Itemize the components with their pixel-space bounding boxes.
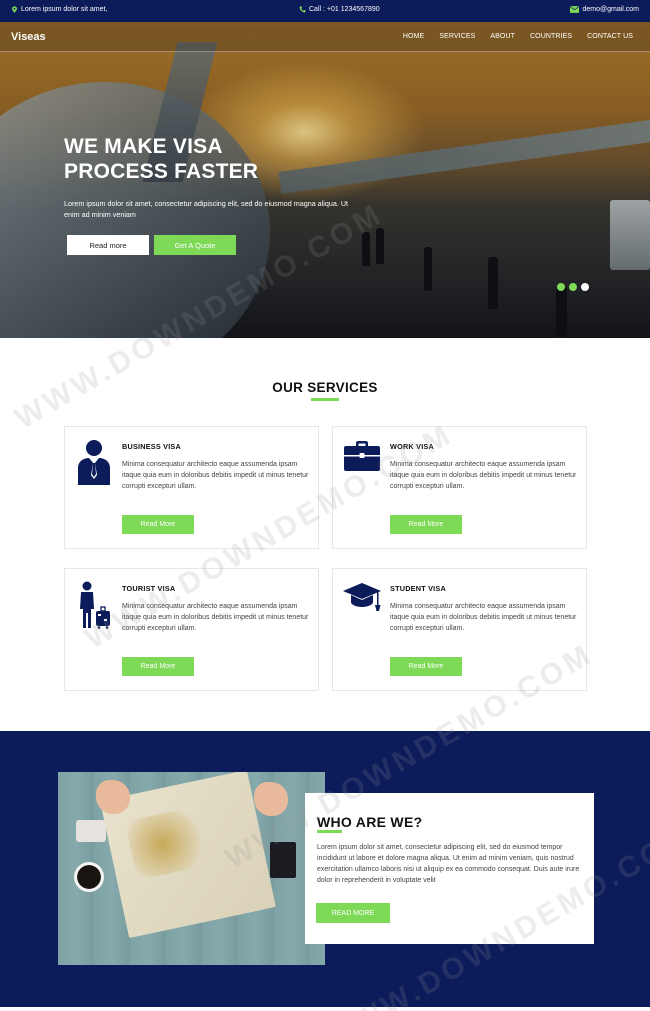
student-read-more-button[interactable]: Read More (390, 657, 462, 676)
about-read-more-button[interactable]: READ MORE (316, 903, 390, 923)
service-card-business: BUSINESS VISA Minima consequatur archite… (64, 426, 319, 549)
service-card-title: STUDENT VISA (390, 584, 446, 593)
graduation-cap-icon (342, 583, 382, 631)
traveler-luggage-icon (74, 581, 114, 629)
service-card-text: Minima consequatur architecto eaque assu… (122, 603, 309, 632)
hero-title-line1: WE MAKE VISA (64, 135, 223, 158)
service-card-text: Minima consequatur architecto eaque assu… (390, 461, 577, 490)
about-title: WHO ARE WE? (317, 814, 423, 830)
slider-dot-1[interactable] (557, 283, 565, 291)
hero-title-line2: PROCESS FASTER (64, 160, 259, 183)
service-card-title: BUSINESS VISA (122, 442, 181, 451)
hand-image (254, 782, 288, 816)
address-info: Lorem ipsum dolor sit amet, (11, 6, 107, 13)
services-heading-underline (311, 398, 339, 401)
travel-map-photo (58, 772, 325, 965)
hand-image (96, 780, 130, 814)
email-text: demo@gmail.com (582, 6, 639, 13)
slider-dot-3[interactable] (581, 283, 589, 291)
brand-logo[interactable]: Viseas (11, 31, 46, 43)
nav-menu: HOME SERVICES ABOUT COUNTRIES CONTACT US (388, 33, 633, 40)
work-read-more-button[interactable]: Read More (390, 515, 462, 534)
email-info[interactable]: demo@gmail.com (570, 6, 639, 13)
businessman-icon (74, 439, 114, 487)
service-card-title: WORK VISA (390, 442, 434, 451)
location-pin-icon (12, 6, 17, 13)
service-card-student: STUDENT VISA Minima consequatur architec… (332, 568, 587, 691)
phone-text: Call : +01 1234567890 (309, 6, 380, 13)
slider-dot-2[interactable] (569, 283, 577, 291)
main-navbar: Viseas HOME SERVICES ABOUT COUNTRIES CON… (0, 22, 650, 52)
nav-countries[interactable]: COUNTRIES (530, 33, 572, 40)
hero-read-more-button[interactable]: Read more (67, 235, 149, 255)
get-quote-button[interactable]: Get A Quote (154, 235, 236, 255)
coffee-cup-image (74, 862, 104, 892)
nav-contact[interactable]: CONTACT US (587, 33, 633, 40)
service-card-title: TOURIST VISA (122, 584, 176, 593)
phone-icon (299, 6, 306, 13)
nav-home[interactable]: HOME (403, 33, 424, 40)
about-title-underline (317, 830, 342, 833)
phone-info[interactable]: Call : +01 1234567890 (299, 6, 380, 13)
hero-description: Lorem ipsum dolor sit amet, consectetur … (64, 199, 349, 219)
service-card-text: Minima consequatur architecto eaque assu… (122, 461, 309, 490)
camera-image (76, 820, 106, 842)
envelope-icon (570, 6, 580, 13)
address-text: Lorem ipsum dolor sit amet, (21, 6, 108, 13)
briefcase-icon (342, 441, 382, 489)
tourist-read-more-button[interactable]: Read More (122, 657, 194, 676)
service-card-work: WORK VISA Minima consequatur architecto … (332, 426, 587, 549)
service-card-text: Minima consequatur architecto eaque assu… (390, 603, 577, 632)
slider-dots (557, 283, 589, 291)
about-content-box: WHO ARE WE? Lorem ipsum dolor sit amet, … (305, 793, 594, 944)
nav-services[interactable]: SERVICES (439, 33, 475, 40)
hero-title: WE MAKE VISA PROCESS FASTER (64, 134, 258, 184)
top-info-bar: Lorem ipsum dolor sit amet, Call : +01 1… (0, 0, 650, 22)
services-heading: OUR SERVICES (272, 380, 378, 395)
nav-about[interactable]: ABOUT (490, 33, 515, 40)
about-text: Lorem ipsum dolor sit amet, consectetur … (317, 844, 580, 884)
business-read-more-button[interactable]: Read More (122, 515, 194, 534)
passport-image (270, 842, 296, 878)
service-card-tourist: TOURIST VISA Minima consequatur architec… (64, 568, 319, 691)
